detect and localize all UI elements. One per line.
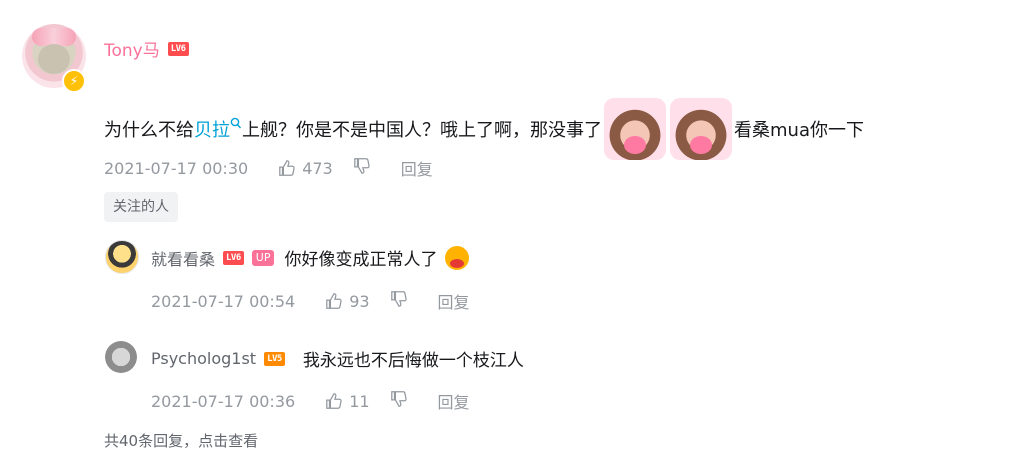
like-button[interactable]: 473 xyxy=(278,159,333,178)
comment-text-part: 为什么不给 xyxy=(104,120,194,141)
reply-username[interactable]: Psycholog1st xyxy=(151,349,256,368)
followed-tag: 关注的人 xyxy=(104,192,178,222)
reply-avatar[interactable] xyxy=(105,240,139,274)
reply-username[interactable]: 就看看桑 xyxy=(151,246,215,270)
reply-date: 2021-07-17 00:54 xyxy=(151,291,296,311)
reply-date: 2021-07-17 00:36 xyxy=(151,391,296,411)
up-badge: UP xyxy=(251,249,275,266)
search-icon[interactable] xyxy=(230,117,242,131)
thumbs-down-icon xyxy=(353,158,370,174)
reply-avatar[interactable] xyxy=(105,341,137,373)
like-count: 473 xyxy=(302,158,333,178)
reply-button[interactable]: 回复 xyxy=(401,156,433,180)
like-count: 11 xyxy=(349,391,370,411)
comment-username[interactable]: Tony马 xyxy=(104,36,160,61)
level-badge: LV6 xyxy=(167,41,189,56)
reply-button[interactable]: 回复 xyxy=(438,389,470,413)
thumbs-up-icon xyxy=(326,293,342,309)
emoji-icon xyxy=(445,245,470,270)
view-all-replies-link[interactable]: 共40条回复，点击查看 xyxy=(104,430,258,451)
reply-text: 我永远也不后悔做一个枝江人 xyxy=(302,351,524,371)
sticker-image xyxy=(670,98,732,160)
like-button[interactable]: 93 xyxy=(325,291,370,311)
level-badge: LV5 xyxy=(264,351,285,366)
comment-content: 为什么不给 贝拉 上舰？你是不是中国人？哦上了啊，那没事了 看桑mua你一下 xyxy=(104,98,864,160)
like-count: 93 xyxy=(349,291,370,311)
lightning-badge-icon: ⚡ xyxy=(62,69,86,93)
thumbs-down-icon xyxy=(390,291,407,307)
thumbs-down-icon xyxy=(390,391,407,407)
dislike-button[interactable] xyxy=(353,157,371,179)
sticker-image xyxy=(604,98,666,160)
comment-date: 2021-07-17 00:30 xyxy=(104,158,249,178)
comment-text-part: 上舰？你是不是中国人？哦上了啊，那没事了 xyxy=(242,120,602,141)
reply-button[interactable]: 回复 xyxy=(438,289,470,313)
reply-text: 你好像变成正常人了 xyxy=(284,250,438,270)
comment-text-part: 看桑mua你一下 xyxy=(734,120,864,141)
thumbs-up-icon xyxy=(326,393,342,409)
like-button[interactable]: 11 xyxy=(325,391,370,411)
dislike-button[interactable] xyxy=(390,390,408,412)
dislike-button[interactable] xyxy=(390,290,408,312)
level-badge: LV6 xyxy=(223,250,244,265)
thumbs-up-icon xyxy=(279,160,295,176)
comment-search-link[interactable]: 贝拉 xyxy=(194,116,230,142)
avatar-image xyxy=(38,44,70,74)
